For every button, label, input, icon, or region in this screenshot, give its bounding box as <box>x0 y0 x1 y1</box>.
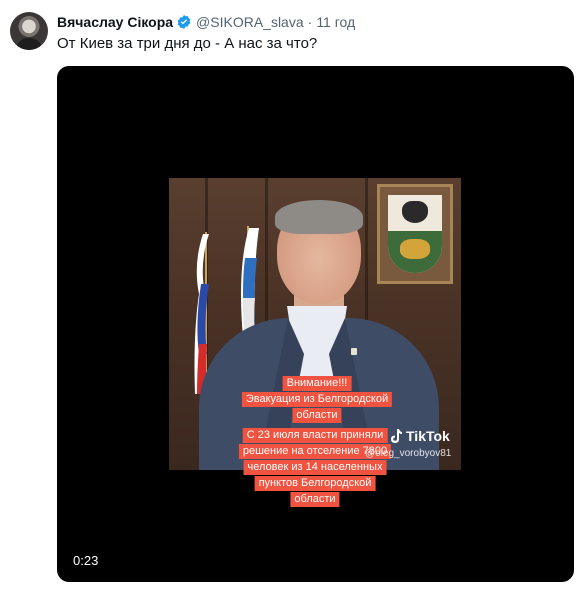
author-name[interactable]: Вячаслау Сiкора <box>57 12 173 32</box>
tweet[interactable]: Вячаслау Сiкора @SIKORA_slava · 11 год О… <box>0 0 585 594</box>
tweet-text: От Киев за три дня до - А нас за что? <box>57 35 318 52</box>
separator-dot: · <box>307 14 313 30</box>
caption-line: пунктов Белгородской <box>254 476 376 491</box>
video-frame <box>169 178 461 470</box>
tweet-timestamp[interactable]: 11 год <box>316 12 355 32</box>
coat-of-arms <box>377 184 453 284</box>
caption-line: области <box>290 492 340 507</box>
avatar[interactable] <box>10 12 48 50</box>
belgorod-flag <box>241 228 259 338</box>
tweet-header: Вячаслау Сiкора @SIKORA_slava · 11 год <box>57 12 355 32</box>
author-handle[interactable]: @SIKORA_slava <box>196 12 304 32</box>
verified-badge-icon <box>177 15 191 29</box>
video-player[interactable]: Внимание!!! Эвакуация из Белгородской об… <box>57 66 574 582</box>
lapel-pin <box>351 348 357 355</box>
video-timecode: 0:23 <box>73 553 99 568</box>
